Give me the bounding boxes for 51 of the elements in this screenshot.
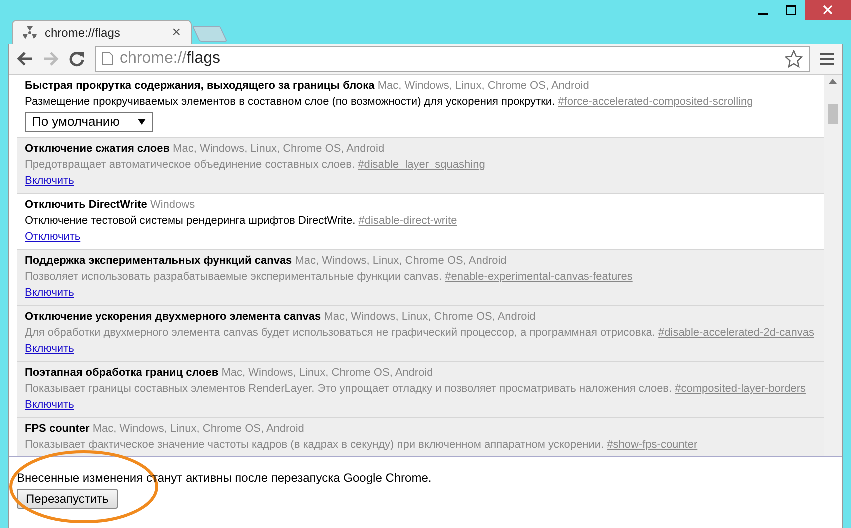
toggle-link[interactable]: Включить [25, 173, 74, 189]
flag-description: Предотвращает автоматическое объединение составных слоев. [25, 159, 356, 171]
flag-description: Размещение прокручиваемых элементов в составном слое (по возможности) для ускорения прокрутки. [25, 96, 556, 108]
toggle-link[interactable]: Включить [25, 397, 74, 413]
flag-platforms: Mac, Windows, Linux, Chrome OS, Android [92, 423, 304, 435]
tab-close-button[interactable]: × [172, 24, 181, 41]
address-bar[interactable]: chrome://flags [95, 46, 810, 72]
flag-platforms: Windows [150, 199, 196, 211]
flag-title: Поддержка экспериментальных функций canvas [25, 255, 292, 267]
minimize-icon [758, 13, 768, 15]
flag-platforms: Mac, Windows, Linux, Chrome OS, Android [173, 143, 385, 155]
browser-tab[interactable]: chrome://flags × [12, 20, 192, 44]
flag-title: Отключить DirectWrite [25, 199, 148, 211]
scrollbar[interactable] [824, 75, 842, 456]
scrollbar-thumb[interactable] [828, 104, 838, 124]
flag-anchor-link[interactable]: #disable-direct-write [358, 215, 458, 227]
flag-platforms: Mac, Windows, Linux, Chrome OS, Android [378, 80, 590, 92]
flag-title: Отключение ускорения двухмерного элемента canvas [25, 311, 322, 323]
close-icon [823, 5, 833, 15]
flag-title: Поэтапная обработка границ слоев [25, 367, 219, 379]
flag-title: Отключение сжатия слоев [25, 143, 170, 155]
toggle-link[interactable]: Включить [25, 285, 74, 301]
flag-anchor-link[interactable]: #force-accelerated-composited-scrolling [558, 96, 754, 108]
close-button[interactable] [805, 0, 851, 20]
flag-platforms: Mac, Windows, Linux, Chrome OS, Android [222, 367, 434, 379]
back-button[interactable] [17, 52, 33, 66]
radiation-icon [23, 26, 37, 40]
toggle-link[interactable]: Отключить [25, 229, 81, 245]
caret-icon [138, 119, 146, 125]
flag-description: Показывает фактическое значение частоты кадров (в кадрах в секунду) при включенном аппаратном ускорении. [25, 439, 604, 451]
scroll-up-icon [829, 79, 837, 84]
back-arrow-icon [17, 52, 33, 66]
flag-platforms: Mac, Windows, Linux, Chrome OS, Android [295, 255, 507, 267]
page-icon [102, 52, 114, 66]
reload-button[interactable] [69, 51, 85, 67]
flag-description: Отключение тестовой системы рендеринга шрифтов DirectWrite. [25, 215, 356, 227]
reload-icon [69, 51, 85, 67]
menu-button[interactable] [820, 52, 834, 66]
flag-description: Для обработки двухмерного элемента canvas будет использоваться не графический процессор, а программная отрисовка. [25, 327, 656, 339]
maximize-icon [786, 5, 796, 15]
forward-arrow-icon [43, 52, 59, 66]
menu-icon [820, 52, 834, 66]
flag-title: FPS counter [25, 423, 90, 435]
default-dropdown[interactable]: По умолчанию [25, 112, 153, 132]
flag-description: Позволяет использовать разрабатываемые экспериментальные функции canvas. [25, 271, 442, 283]
restart-button[interactable]: Перезапустить [17, 489, 118, 509]
toggle-link[interactable]: Включить [25, 341, 74, 357]
flag-title: Быстрая прокрутка содержания, выходящего за границы блока [25, 80, 375, 92]
flag-platforms: Mac, Windows, Linux, Chrome OS, Android [324, 311, 536, 323]
star-icon[interactable] [785, 50, 803, 68]
flag-description: Показывает границы составных элементов RenderLayer. Это упрощает отладку и позволяет просматривать наложения слоев. [25, 383, 672, 395]
